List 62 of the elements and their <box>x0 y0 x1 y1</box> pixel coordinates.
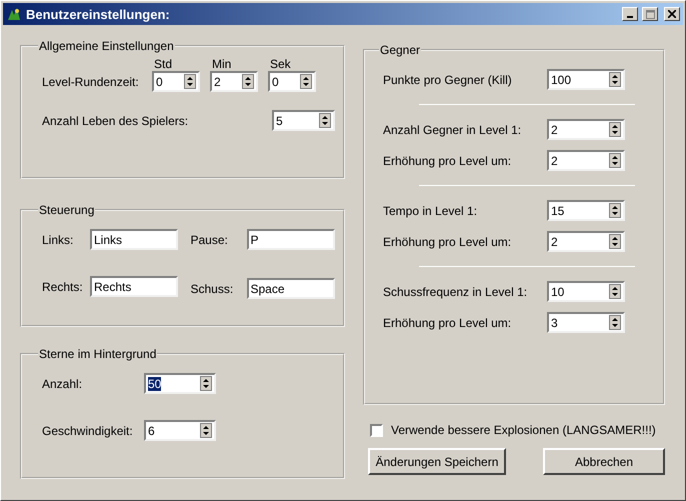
spinner-arrows-icon[interactable] <box>609 284 621 299</box>
field-label: Rechts: <box>42 280 84 294</box>
spin-field[interactable]: 5 <box>272 110 335 131</box>
spin-field[interactable]: 10 <box>547 281 625 302</box>
spin-field[interactable]: 2 <box>547 119 625 140</box>
spinner-arrows-icon[interactable] <box>609 315 621 330</box>
spinner-arrows-icon[interactable] <box>609 72 621 87</box>
checkbox-label: Verwende bessere Explosionen (LANGSAMER!!!) <box>391 423 656 437</box>
spinner-arrows-icon[interactable] <box>609 122 621 137</box>
spinner-arrows-icon[interactable] <box>609 203 621 218</box>
field-label: Level-Rundenzeit: <box>42 75 140 91</box>
spinner-arrows-icon[interactable] <box>184 74 196 89</box>
column-header: Std <box>154 57 174 71</box>
spin-field[interactable]: 15 <box>547 200 625 221</box>
checkbox[interactable] <box>370 424 383 436</box>
spinner-arrows-icon[interactable] <box>242 74 254 89</box>
field-label: Erhöhung pro Level um: <box>383 154 512 168</box>
field-label: Pause: <box>190 232 229 246</box>
spin-field[interactable]: 3 <box>547 312 625 333</box>
spin-field[interactable]: 0 <box>268 71 316 92</box>
spinner-arrows-icon[interactable] <box>609 153 621 168</box>
spin-field[interactable]: 6 <box>144 420 216 441</box>
column-header: Sek <box>270 57 292 71</box>
field-label: Tempo in Level 1: <box>383 204 478 218</box>
spin-field[interactable]: 2 <box>210 71 258 92</box>
field-label: Erhöhung pro Level um: <box>383 234 512 248</box>
text-field[interactable]: Links <box>90 229 178 250</box>
spin-field[interactable]: 100 <box>547 69 625 90</box>
window-title: Benutzereinstellungen: <box>26 6 171 22</box>
cancel-button[interactable]: Abbrechen <box>543 448 665 475</box>
text-field[interactable]: Space <box>246 278 334 299</box>
field-label: Geschwindigkeit: <box>42 424 134 438</box>
field-label: Anzahl: <box>42 376 84 390</box>
maximize-icon <box>646 10 654 18</box>
spinner-arrows-icon[interactable] <box>609 234 621 249</box>
field-label: Schuss: <box>190 282 234 296</box>
spinner-arrows-icon[interactable] <box>200 423 212 438</box>
column-header: Min <box>212 57 232 71</box>
close-button[interactable] <box>664 7 680 21</box>
field-label: Punkte pro Gegner (Kill) <box>383 72 513 86</box>
field-label: Erhöhung pro Level um: <box>383 316 512 330</box>
spin-field[interactable]: 2 <box>547 231 625 252</box>
minimize-button[interactable] <box>622 7 638 21</box>
field-label: Anzahl Leben des Spielers: <box>42 114 190 128</box>
text-field[interactable]: P <box>246 229 334 250</box>
text-field[interactable]: Rechts <box>90 276 178 297</box>
spinner-arrows-icon[interactable] <box>300 74 312 89</box>
save-button[interactable]: Änderungen Speichern <box>368 448 506 475</box>
spinner-arrows-icon[interactable] <box>200 376 212 391</box>
spin-field[interactable]: 50 <box>144 373 216 394</box>
field-label: Schussfrequenz in Level 1: <box>383 284 528 298</box>
close-icon <box>668 10 676 18</box>
field-label: Links: <box>42 232 74 246</box>
spin-field[interactable]: 2 <box>547 150 625 171</box>
spinner-arrows-icon[interactable] <box>319 113 331 128</box>
group-title: Allgemeine Einstellungen <box>38 39 175 53</box>
app-icon <box>6 6 22 22</box>
spin-field[interactable]: 0 <box>152 71 200 92</box>
field-label: Anzahl Gegner in Level 1: <box>383 122 522 136</box>
group-title: Sterne im Hintergrund <box>38 347 158 361</box>
group-title: Gegner <box>379 43 422 57</box>
group-title: Steuerung <box>38 203 96 217</box>
